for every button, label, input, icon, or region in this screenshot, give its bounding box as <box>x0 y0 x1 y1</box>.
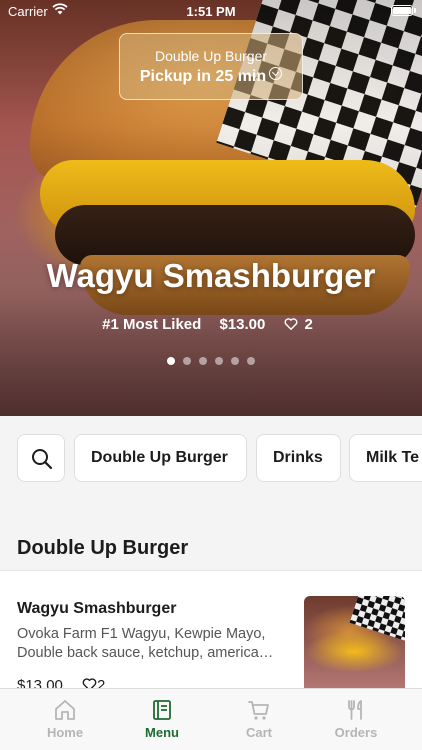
hero-banner[interactable]: Carrier 1:51 PM Double Up Burger Pickup … <box>0 0 422 416</box>
menu-item-card[interactable]: Wagyu Smashburger Ovoka Farm F1 Wagyu, K… <box>0 570 422 688</box>
menu-icon <box>153 700 171 720</box>
status-bar: Carrier 1:51 PM <box>0 0 422 22</box>
category-chip-drinks[interactable]: Drinks <box>256 434 341 482</box>
category-chip-milk-tea[interactable]: Milk Te <box>349 434 422 482</box>
clock: 1:51 PM <box>186 4 236 19</box>
heart-icon <box>284 318 297 330</box>
page-dot[interactable] <box>247 357 255 365</box>
menu-item-description: Ovoka Farm F1 Wagyu, Kewpie Mayo, Double… <box>17 626 274 661</box>
tab-menu[interactable]: Menu <box>112 689 212 750</box>
tab-bar: Home Menu Cart Orders <box>0 688 422 750</box>
category-bar: Double Up Burger Drinks Milk Te <box>0 416 422 500</box>
menu-item-name: Wagyu Smashburger <box>17 600 177 617</box>
tab-home[interactable]: Home <box>15 689 115 750</box>
search-button[interactable] <box>17 434 65 482</box>
menu-item-price: $13.00 <box>17 677 63 688</box>
cart-icon <box>248 701 269 720</box>
hero-likes: 2 <box>284 316 320 333</box>
hero-price: $13.00 <box>219 316 266 333</box>
page-dot[interactable] <box>215 357 223 365</box>
tab-cart[interactable]: Cart <box>209 689 309 750</box>
tab-orders[interactable]: Orders <box>306 689 406 750</box>
search-icon <box>32 449 53 470</box>
carousel-page-indicator[interactable] <box>0 357 422 365</box>
section-title: Double Up Burger <box>17 537 189 559</box>
chevron-down-icon <box>269 67 283 80</box>
pickup-store-name: Double Up Burger <box>154 48 268 64</box>
hero-meta: #1 Most Liked $13.00 2 <box>0 316 422 333</box>
hero-badge: #1 Most Liked <box>102 316 202 333</box>
category-chip-double-up-burger[interactable]: Double Up Burger <box>74 434 247 482</box>
hero-title: Wagyu Smashburger <box>46 257 376 294</box>
menu-item-image <box>304 596 405 688</box>
page-dot[interactable] <box>183 357 191 365</box>
menu-item-likes: 2 <box>82 677 105 688</box>
page-dot[interactable] <box>167 357 175 365</box>
pickup-eta: Pickup in 25 min <box>120 67 302 86</box>
page-dot[interactable] <box>199 357 207 365</box>
pickup-selector-button[interactable]: Double Up Burger Pickup in 25 min <box>119 33 303 100</box>
home-icon <box>55 700 75 720</box>
heart-icon <box>82 678 97 688</box>
utensils-icon <box>348 700 362 720</box>
page-dot[interactable] <box>231 357 239 365</box>
battery-icon <box>391 5 413 16</box>
